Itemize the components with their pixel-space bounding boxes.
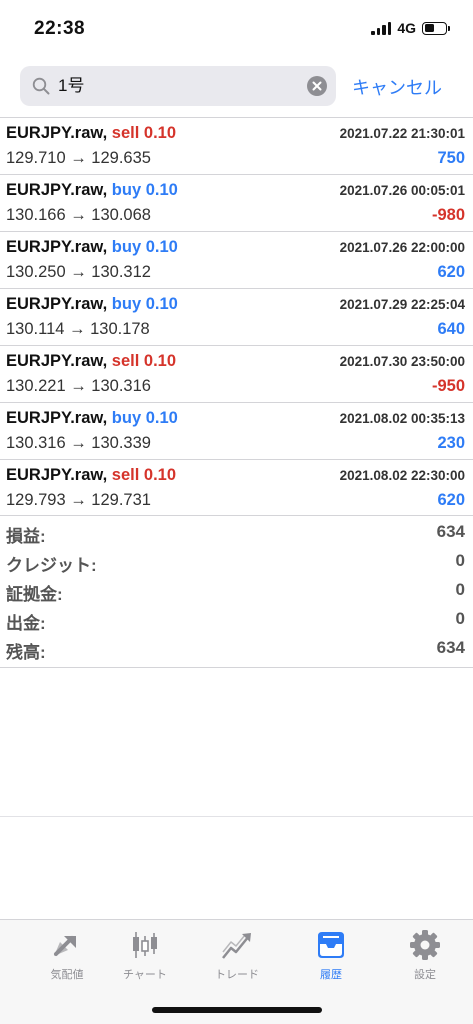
cancel-button[interactable]: キャンセル [352,74,442,100]
history-icon [318,932,344,958]
trade-side: sell [111,352,140,370]
trade-profit: 640 [437,320,465,338]
trade-row[interactable]: EURJPY.raw, buy 0.10 2021.08.02 00:35:13 1… [0,402,473,459]
summary-value: 0 [455,609,465,628]
trade-profit: 620 [437,491,465,509]
summary-label: 損益: [6,527,46,546]
settings-icon [410,930,440,960]
trade-row[interactable]: EURJPY.raw, buy 0.10 2021.07.26 22:00:00 1… [0,231,473,288]
trade-side: buy [111,238,142,256]
trade-datetime: 2021.08.02 22:30:00 [339,468,465,483]
trade-profit: -980 [431,206,465,224]
trade-prices: 130.221 → 130.316 [6,377,151,395]
battery-icon [422,21,450,35]
tab-settings[interactable]: 設定 [378,928,472,982]
tab-trade[interactable]: トレード [190,928,284,982]
search-bar[interactable]: 1号 [20,66,336,106]
trade-profit: 750 [437,149,465,167]
tab-label: トレード [215,969,259,981]
home-indicator[interactable] [152,1007,322,1013]
trade-side: sell [111,466,140,484]
trade-symbol: EURJPY.raw, [6,295,108,313]
summary-row: 出金: 0 [0,605,473,634]
trade-side: buy [111,181,142,199]
trade-lots: 0.10 [143,352,177,370]
trade-symbol: EURJPY.raw, [6,352,108,370]
trade-profit: 620 [437,263,465,281]
status-bar: 22:38 4G [0,0,473,56]
trade-datetime: 2021.07.29 22:25:04 [339,297,465,312]
network-type: 4G [397,20,416,36]
summary-value: 634 [436,522,465,541]
trade-datetime: 2021.07.22 21:30:01 [339,126,465,141]
trade-title: EURJPY.raw, buy 0.10 [6,409,178,428]
tab-chart[interactable]: チャート [98,928,192,982]
trade-symbol: EURJPY.raw, [6,124,108,142]
trade-side: buy [111,409,142,427]
trade-lots: 0.10 [145,181,178,199]
trade-title: EURJPY.raw, sell 0.10 [6,352,176,371]
trade-row[interactable]: EURJPY.raw, sell 0.10 2021.07.22 21:30:01… [0,117,473,174]
trade-datetime: 2021.07.26 22:00:00 [339,240,465,255]
summary-label: クレジット: [6,556,97,575]
summary-value: 0 [455,551,465,570]
trade-icon [222,933,251,959]
trade-profit: 230 [437,434,465,452]
summary-row: クレジット: 0 [0,547,473,576]
summary-label: 出金: [6,614,46,633]
tab-label: 設定 [414,969,436,981]
trade-symbol: EURJPY.raw, [6,238,108,256]
account-summary: 損益: 634 クレジット: 0 証拠金: 0 出金: 0 残高: 634 [0,518,473,668]
trade-prices: 130.166 → 130.068 [6,206,151,224]
summary-value: 634 [436,638,465,657]
trade-lots: 0.10 [143,466,177,484]
summary-row: 残高: 634 [0,634,473,663]
trade-symbol: EURJPY.raw, [6,409,108,427]
summary-label: 証拠金: [6,585,63,604]
trade-datetime: 2021.08.02 00:35:13 [339,411,465,426]
trade-title: EURJPY.raw, sell 0.10 [6,124,176,143]
trade-side: buy [111,295,142,313]
status-time: 22:38 [34,18,86,39]
trade-row[interactable]: EURJPY.raw, sell 0.10 2021.07.30 23:50:00… [0,345,473,402]
trade-title: EURJPY.raw, buy 0.10 [6,238,178,257]
status-indicators: 4G [371,20,450,36]
trade-lots: 0.10 [145,238,178,256]
tab-label: チャート [123,969,167,981]
trade-prices: 129.710 → 129.635 [6,149,151,167]
trade-lots: 0.10 [145,409,178,427]
trade-symbol: EURJPY.raw, [6,466,108,484]
trade-side: sell [111,124,140,142]
history-list: EURJPY.raw, sell 0.10 2021.07.22 21:30:01… [0,117,473,516]
trade-title: EURJPY.raw, buy 0.10 [6,295,178,314]
trade-datetime: 2021.07.26 00:05:01 [339,183,465,198]
trade-lots: 0.10 [143,124,177,142]
chart-icon [133,932,157,958]
tab-label: 履歴 [320,969,342,981]
summary-row: 証拠金: 0 [0,576,473,605]
trade-prices: 129.793 → 129.731 [6,491,151,509]
trade-row[interactable]: EURJPY.raw, sell 0.10 2021.08.02 22:30:00… [0,459,473,516]
search-icon [32,77,50,95]
divider [0,816,473,817]
trade-title: EURJPY.raw, sell 0.10 [6,466,176,485]
trade-row[interactable]: EURJPY.raw, buy 0.10 2021.07.26 00:05:01 1… [0,174,473,231]
trade-prices: 130.250 → 130.312 [6,263,151,281]
tab-history[interactable]: 履歴 [284,928,378,982]
trade-title: EURJPY.raw, buy 0.10 [6,181,178,200]
search-input[interactable]: 1号 [58,66,84,106]
trade-datetime: 2021.07.30 23:50:00 [339,354,465,369]
clear-search-icon[interactable] [307,76,327,96]
trade-lots: 0.10 [145,295,178,313]
summary-value: 0 [455,580,465,599]
trade-profit: -950 [431,377,465,395]
trade-prices: 130.316 → 130.339 [6,434,151,452]
summary-row: 損益: 634 [0,518,473,547]
signal-icon [371,21,392,35]
trade-symbol: EURJPY.raw, [6,181,108,199]
trade-row[interactable]: EURJPY.raw, buy 0.10 2021.07.29 22:25:04 1… [0,288,473,345]
quotes-icon [54,936,76,956]
summary-label: 残高: [6,643,46,662]
trade-prices: 130.114 → 130.178 [6,320,150,338]
